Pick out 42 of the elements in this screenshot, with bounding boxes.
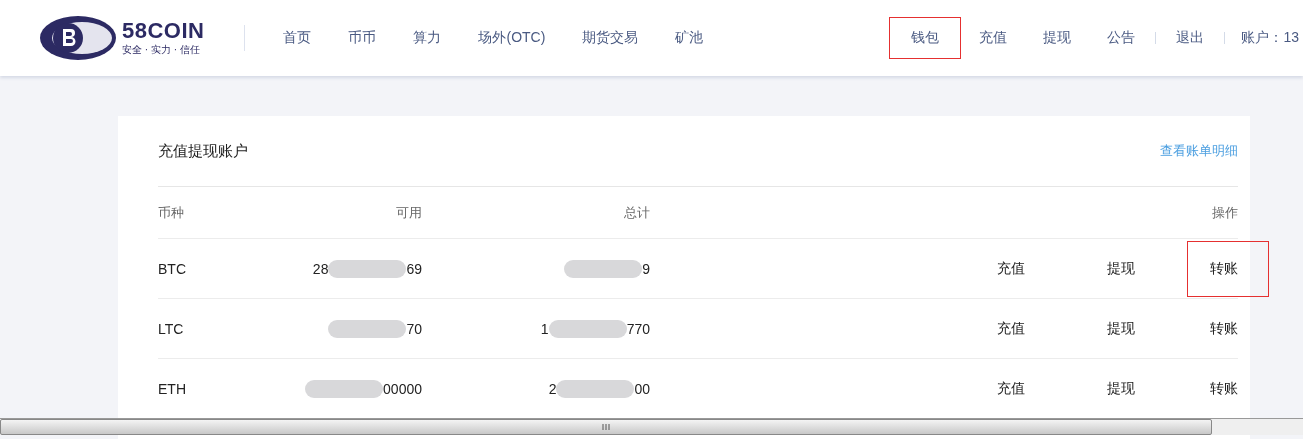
grip-icon (602, 423, 610, 431)
coin-cell-text: BTC (158, 260, 187, 277)
action-link[interactable]: 充值 (996, 300, 1026, 357)
action-link[interactable]: 充值 (996, 360, 1026, 417)
logo-slogan: 安全 · 实力 · 信任 (122, 43, 201, 57)
nav-link[interactable]: 场外(OTC) (478, 29, 546, 47)
nav-link[interactable]: 充值 (961, 17, 1026, 59)
amount-fragment: 00000 (383, 380, 422, 397)
coin-cell-text: LTC (158, 320, 185, 337)
amount-fragment: 2 (548, 380, 557, 397)
column-header: 总计 (623, 203, 650, 222)
amount-fragment: 1 (540, 320, 549, 337)
column-header: 操作 (1211, 203, 1238, 222)
nav-link[interactable]: 矿池 (675, 29, 704, 47)
action-link[interactable]: 提现 (1106, 240, 1136, 297)
action-link[interactable]: 转账 (1187, 300, 1269, 357)
column-header: 币种 (158, 203, 185, 222)
logo-wordmark: 58COIN (122, 19, 205, 43)
amount-fragment: 9 (642, 260, 650, 277)
action-link[interactable]: 提现 (1106, 300, 1136, 357)
nav-link[interactable]: 算力 (413, 29, 442, 47)
amount-fragment: 770 (626, 320, 650, 337)
panel-title: 充值提现账户 (158, 141, 248, 161)
action-link[interactable]: 转账 (1187, 360, 1269, 417)
nav-link[interactable]: 钱包 (889, 17, 962, 59)
amount-fragment: 00 (634, 380, 650, 397)
nav-link[interactable]: 公告 (1089, 17, 1154, 59)
coin-logo-icon (38, 14, 118, 62)
nav-link[interactable]: 提现 (1025, 17, 1090, 59)
logout-link[interactable]: 退出 (1158, 17, 1223, 59)
column-header: 可用 (395, 203, 422, 222)
amount-fragment: 28 (312, 260, 329, 277)
account-label: 账户：13 (1240, 29, 1299, 47)
amount-fragment: 70 (406, 320, 422, 337)
amount-fragment: 69 (406, 260, 422, 277)
nav-link[interactable]: 币币 (348, 29, 377, 47)
nav-link[interactable]: 期货交易 (582, 29, 639, 47)
action-link[interactable]: 提现 (1106, 360, 1136, 417)
action-link[interactable]: 转账 (1187, 240, 1269, 297)
coin-cell-text: ETH (158, 380, 187, 397)
action-link[interactable]: 充值 (996, 240, 1026, 297)
nav-link[interactable]: 首页 (283, 29, 312, 47)
